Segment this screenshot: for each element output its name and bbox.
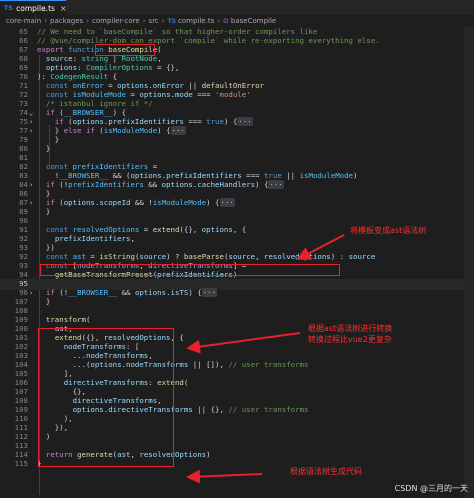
function-symbol-icon: ⊙ <box>223 17 229 25</box>
chevron-right-icon: › <box>217 17 221 25</box>
breadcrumb-item[interactable]: src <box>149 17 159 25</box>
breadcrumb-symbol[interactable]: baseCompile <box>231 17 276 25</box>
highlight-box-baseparse <box>40 264 340 276</box>
breadcrumb-file[interactable]: compile.ts <box>178 17 214 25</box>
highlight-box-generate <box>40 476 150 490</box>
vertical-scrollbar[interactable] <box>464 27 474 498</box>
annotation-transform-2: 转换过程比vue2更复杂 <box>308 335 392 344</box>
chevron-right-icon: › <box>142 17 146 25</box>
tab-bar: TS compile.ts × <box>0 0 474 15</box>
typescript-icon: TS <box>4 4 14 12</box>
chevron-right-icon: › <box>44 17 47 25</box>
highlight-box-basecompile <box>95 44 155 56</box>
annotation-transform-1: 根据ast语法树进行转换 <box>308 324 393 333</box>
breadcrumb-item[interactable]: packages <box>50 17 83 25</box>
breadcrumb-item[interactable]: core-main <box>6 17 41 25</box>
annotation-generate: 根据语法树生成代码 <box>290 467 362 476</box>
chevron-right-icon: › <box>161 17 165 25</box>
breadcrumb: core-main › packages › compiler-core › s… <box>0 15 474 27</box>
typescript-icon: TS <box>167 17 177 25</box>
tab-label: compile.ts <box>16 3 55 13</box>
close-icon[interactable]: × <box>60 4 67 13</box>
highlight-box-transform <box>38 328 174 467</box>
breadcrumb-item[interactable]: compiler-core <box>92 17 140 25</box>
watermark: CSDN @三月的一天 <box>394 484 468 493</box>
chevron-right-icon: › <box>86 17 90 25</box>
annotation-parse: 将模板变成ast语法树 <box>350 226 427 235</box>
tab-compile-ts[interactable]: TS compile.ts × <box>0 0 67 15</box>
